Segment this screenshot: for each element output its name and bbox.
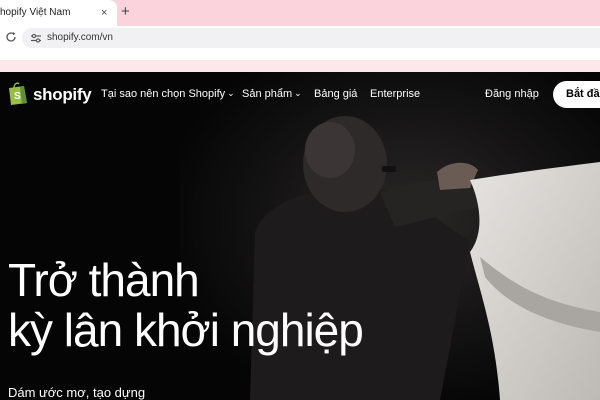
hero-headline-line2: kỳ lân khởi nghiệp xyxy=(8,304,364,356)
nav-link-why-shopify[interactable]: Tại sao nên chọn Shopify ⌄ xyxy=(101,88,235,100)
browser-tabstrip: hopify Việt Nam × + xyxy=(0,0,600,26)
hero-subtext: Dám ước mơ, tạo dựng xyxy=(8,385,146,400)
svg-text:S: S xyxy=(14,91,21,102)
chevron-down-icon: ⌄ xyxy=(294,88,302,98)
nav-link-enterprise[interactable]: Enterprise xyxy=(370,88,420,100)
start-button-label: Bắt đầu xyxy=(566,88,600,100)
nav-link-label: Tại sao nên chọn Shopify xyxy=(101,88,226,100)
url-text: shopify.com/vn xyxy=(47,32,113,43)
login-link[interactable]: Đăng nhập xyxy=(485,88,539,100)
shopify-logo[interactable]: S shopify xyxy=(7,82,92,106)
new-tab-button[interactable]: + xyxy=(121,3,130,21)
chevron-down-icon: ⌄ xyxy=(227,88,235,98)
hero-headline: Trở thành kỳ lân khởi nghiệp xyxy=(8,254,364,356)
shopify-bag-icon: S xyxy=(9,82,27,105)
reload-icon[interactable] xyxy=(5,31,17,43)
browser-tab-active[interactable]: hopify Việt Nam × xyxy=(0,0,117,26)
start-button[interactable]: Bắt đầu xyxy=(553,81,600,108)
hero-headline-line1: Trở thành xyxy=(8,254,200,306)
logo-wordmark: shopify xyxy=(33,85,92,104)
nav-link-pricing[interactable]: Bảng giá xyxy=(314,88,357,100)
tab-close-icon[interactable]: × xyxy=(101,6,107,20)
tab-title: hopify Việt Nam xyxy=(0,7,71,18)
shopify-page: S shopify Tại sao nên chọn Shopify ⌄ Sản … xyxy=(0,72,600,400)
nav-link-products[interactable]: Sản phẩm ⌄ xyxy=(242,88,302,100)
nav-link-label: Sản phẩm xyxy=(242,88,293,100)
toolbar-bottom-strip xyxy=(0,60,600,72)
site-info-icon[interactable] xyxy=(30,32,42,44)
address-bar[interactable]: shopify.com/vn xyxy=(22,28,600,48)
